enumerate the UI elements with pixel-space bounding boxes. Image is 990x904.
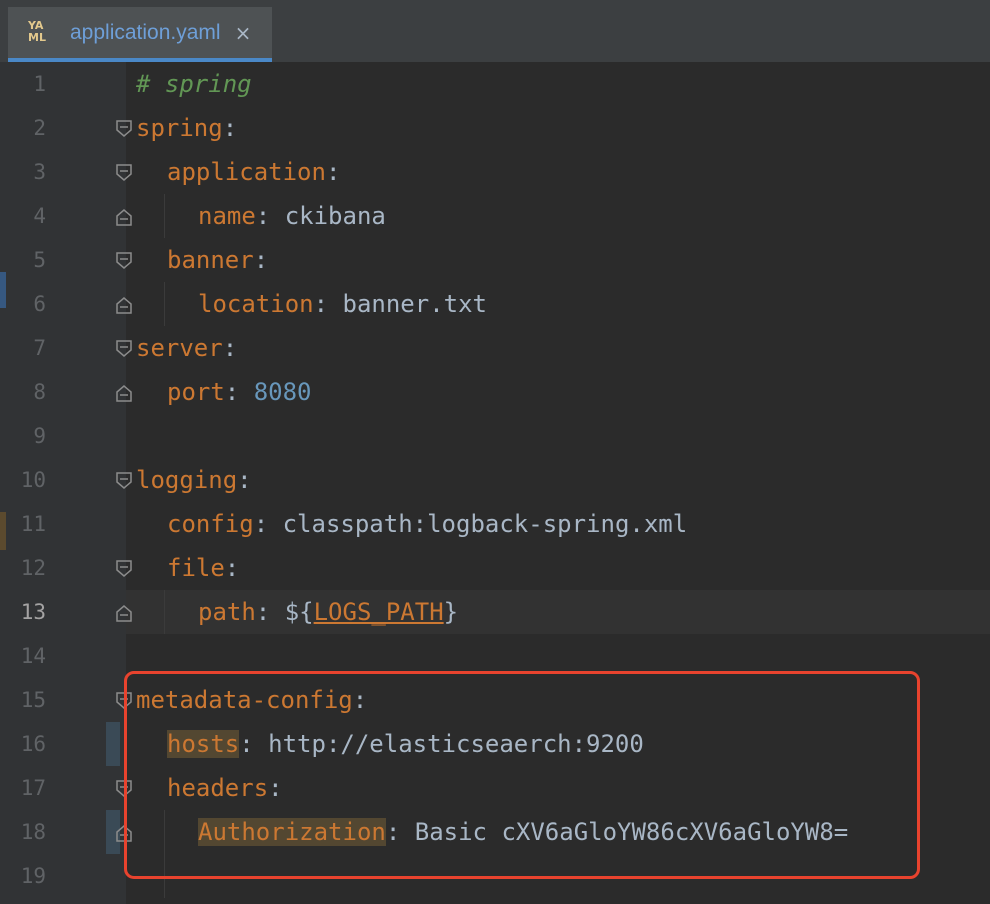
line-number: 13 xyxy=(20,600,46,624)
line-number: 7 xyxy=(33,336,46,360)
line-number: 6 xyxy=(33,292,46,316)
line-number: 18 xyxy=(20,820,46,844)
line-number: 1 xyxy=(33,72,46,96)
code-line: 4 name: ckibana xyxy=(0,194,990,238)
yaml-separator: : xyxy=(255,598,271,626)
line-number: 16 xyxy=(20,732,46,756)
yaml-key: application xyxy=(167,158,326,186)
yaml-separator: : xyxy=(237,466,252,494)
tab-title: application.yaml xyxy=(70,20,221,44)
yaml-key: logging xyxy=(136,466,238,494)
line-number: 3 xyxy=(33,160,46,184)
yaml-key: path xyxy=(198,598,256,626)
yaml-key: spring xyxy=(136,114,223,142)
code-line: 12 file: xyxy=(0,546,990,590)
yaml-key: location xyxy=(198,290,314,318)
yaml-key: server xyxy=(136,334,223,362)
yaml-separator: : xyxy=(253,246,269,274)
editor-tab-bar: YA ML application.yaml × xyxy=(0,0,990,63)
line-number: 11 xyxy=(20,512,46,536)
code-line-current: 13 path: ${LOGS_PATH} xyxy=(0,590,990,634)
fold-start-icon[interactable] xyxy=(115,164,133,182)
code-line: 7 server: xyxy=(0,326,990,370)
line-number: 15 xyxy=(20,688,46,712)
yaml-value: banner.txt xyxy=(328,290,487,318)
yaml-key: file xyxy=(167,554,225,582)
yaml-value: ckibana xyxy=(270,202,386,230)
code-line: 5 banner: xyxy=(0,238,990,282)
fold-start-icon[interactable] xyxy=(115,340,133,358)
code-line: 10 logging: xyxy=(0,458,990,502)
yaml-key: banner xyxy=(167,246,254,274)
comment: # spring xyxy=(136,70,252,98)
code-line: 2 spring: xyxy=(0,106,990,150)
fold-start-icon[interactable] xyxy=(115,252,133,270)
code-line: 6 location: banner.txt xyxy=(0,282,990,326)
yaml-separator: : xyxy=(224,378,240,406)
yaml-separator: : xyxy=(325,158,341,186)
line-number: 19 xyxy=(20,864,46,888)
line-number: 14 xyxy=(20,644,46,668)
highlight-annotation-box xyxy=(124,671,920,879)
fold-start-icon[interactable] xyxy=(115,120,133,138)
line-number: 17 xyxy=(20,776,46,800)
close-tab-icon[interactable]: × xyxy=(235,21,252,45)
yaml-separator: : xyxy=(222,114,238,142)
line-number: 5 xyxy=(33,248,46,272)
fold-end-icon[interactable] xyxy=(115,296,133,314)
code-line: 8 port: 8080 xyxy=(0,370,990,414)
code-line: 1 # spring xyxy=(0,62,990,106)
yaml-separator: : xyxy=(253,510,269,538)
fold-end-icon[interactable] xyxy=(115,384,133,402)
yaml-key: config xyxy=(167,510,254,538)
line-number: 12 xyxy=(20,556,46,580)
fold-start-icon[interactable] xyxy=(115,472,133,490)
yaml-value: classpath:logback-spring.xml xyxy=(268,510,688,538)
yaml-number-value: 8080 xyxy=(239,378,312,406)
yaml-separator: : xyxy=(224,554,240,582)
yaml-value: } xyxy=(443,598,459,626)
line-number: 8 xyxy=(33,380,46,404)
yaml-separator: : xyxy=(222,334,238,362)
fold-end-icon[interactable] xyxy=(115,208,133,226)
fold-end-icon[interactable] xyxy=(115,604,133,622)
line-number: 2 xyxy=(33,116,46,140)
tab-application-yaml[interactable]: YA ML application.yaml × xyxy=(8,7,272,62)
yaml-value: ${ xyxy=(270,598,314,626)
yaml-file-icon: YA ML xyxy=(28,18,46,44)
yaml-separator: : xyxy=(313,290,329,318)
yaml-key: port xyxy=(167,378,225,406)
line-number: 10 xyxy=(20,468,46,492)
code-line: 9 xyxy=(0,414,990,458)
yaml-separator: : xyxy=(255,202,271,230)
env-variable-reference[interactable]: LOGS_PATH xyxy=(314,598,444,626)
code-line: 3 application: xyxy=(0,150,990,194)
line-number: 4 xyxy=(33,204,46,228)
fold-start-icon[interactable] xyxy=(115,560,133,578)
line-number: 9 xyxy=(33,424,46,448)
code-line: 11 config: classpath:logback-spring.xml xyxy=(0,502,990,546)
yaml-key: name xyxy=(198,202,256,230)
